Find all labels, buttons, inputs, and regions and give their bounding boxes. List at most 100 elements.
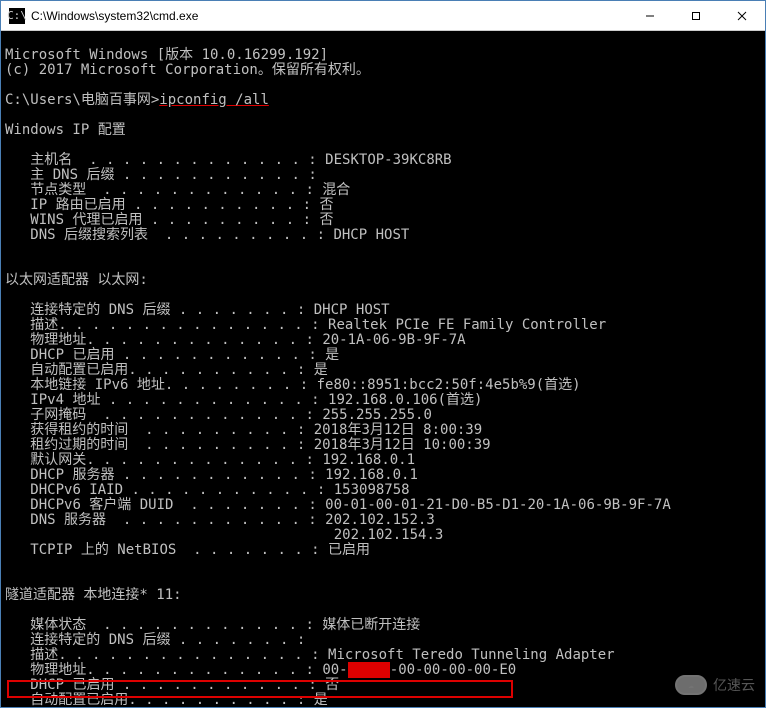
kv-dots: . . . . . . . . . . . . . : (86, 332, 322, 348)
section-ip-config: Windows IP 配置 (5, 122, 126, 138)
kv-row: IPv4 地址 . . . . . . . . . . . . : 192.16… (5, 392, 482, 408)
version-line: Microsoft Windows [版本 10.0.16299.192] (5, 47, 328, 63)
kv-row: IP 路由已启用 . . . . . . . . . . : 否 (5, 197, 333, 213)
kv-label: 自动配置已启用 (30, 362, 128, 378)
kv-dots: . . . . . . . . . . . : (106, 512, 325, 528)
kv-row: 子网掩码 . . . . . . . . . . . . : 255.255.2… (5, 407, 432, 423)
blank-line (5, 287, 13, 303)
kv-row: 默认网关. . . . . . . . . . . . . : 192.168.… (5, 452, 415, 468)
ip-config-block: 主机名 . . . . . . . . . . . . . : DESKTOP-… (5, 153, 761, 243)
kv-value: -00-00-00-00-E0 (390, 662, 516, 678)
kv-row: DHCP 已启用 . . . . . . . . . . . : 是 (5, 347, 339, 363)
kv-value: 255.255.255.0 (322, 407, 432, 423)
kv-value: 192.168.0.106(首选) (328, 392, 482, 408)
kv-label: WINS 代理已启用 (30, 212, 142, 228)
kv-row: 获得租约的时间 . . . . . . . . . : 2018年3月12日 8… (5, 422, 482, 438)
kv-value: DESKTOP-39KC8RB (325, 152, 451, 168)
kv-dots: . . . . . . . : (170, 632, 313, 648)
kv-dots: . . . . . . . . . : (148, 227, 333, 243)
kv-row: 202.102.154.3 (5, 527, 443, 543)
kv-dots: . . . . . . . . . . . : (114, 677, 325, 693)
kv-value: DHCP HOST (314, 302, 390, 318)
kv-row: 描述. . . . . . . . . . . . . . . : Realte… (5, 317, 606, 333)
kv-label: 租约过期的时间 (30, 437, 128, 453)
kv-dots: . . . . . . . . . . . : (114, 347, 325, 363)
kv-value: 媒体已断开连接 (322, 617, 420, 633)
kv-label: 描述 (30, 317, 58, 333)
kv-dots: . . . . . . . . . . . . . : (72, 152, 325, 168)
kv-label: DHCPv6 客户端 DUID (30, 497, 173, 513)
kv-row: 主 DNS 后缀 . . . . . . . . . . . : (5, 167, 325, 183)
kv-dots: . . . . . . . . . . . . . . . : (58, 647, 328, 663)
kv-row: 连接特定的 DNS 后缀 . . . . . . . : DHCP HOST (5, 302, 390, 318)
kv-row: TCPIP 上的 NetBIOS . . . . . . . : 已启用 (5, 542, 370, 558)
kv-dots: . . . . . . . : (170, 302, 313, 318)
ethernet-block: 连接特定的 DNS 后缀 . . . . . . . : DHCP HOST 描… (5, 303, 761, 558)
cmd-icon: C:\ (9, 8, 25, 24)
kv-row: DHCPv6 客户端 DUID . . . . . . . : 00-01-00… (5, 497, 671, 513)
kv-row: 物理地址. . . . . . . . . . . . . : 20-1A-06… (5, 332, 466, 348)
kv-value: 否 (319, 197, 333, 213)
blank-line (5, 602, 13, 618)
kv-label: 本地链接 IPv6 地址 (30, 377, 165, 393)
kv-label: DNS 服务器 (30, 512, 106, 528)
kv-label: IPv4 地址 (30, 392, 100, 408)
kv-dots: . . . . . . . . . . . . : (100, 392, 328, 408)
close-button[interactable] (719, 1, 765, 30)
kv-label: 子网掩码 (30, 407, 86, 423)
kv-row: 主机名 . . . . . . . . . . . . . : DESKTOP-… (5, 152, 452, 168)
kv-value: 00-01-00-01-21-D0-B5-D1-20-1A-06-9B-9F-7… (325, 497, 671, 513)
kv-row: DNS 服务器 . . . . . . . . . . . : 202.102.… (5, 512, 435, 528)
kv-value: 否 (319, 212, 333, 228)
kv-value: 混合 (322, 182, 350, 198)
kv-row: DHCPv6 IAID . . . . . . . . . . . : 1530… (5, 482, 410, 498)
kv-dots: . . . . . . . . . : (128, 422, 313, 438)
prompt-path: C:\Users\电脑百事网> (5, 92, 159, 108)
kv-dots: . . . . . . . . . : (142, 212, 319, 228)
kv-value: 202.102.154.3 (334, 527, 444, 543)
kv-value: 是 (314, 362, 328, 378)
minimize-icon (645, 11, 655, 21)
kv-dots: . . . . . . . . . . . : (114, 167, 325, 183)
section-ethernet: 以太网适配器 以太网: (5, 272, 148, 288)
kv-label: 描述 (30, 647, 58, 663)
section-tunnel: 隧道适配器 本地连接* 11: (5, 587, 182, 603)
kv-row: DHCP 服务器 . . . . . . . . . . . : 192.168… (5, 467, 418, 483)
kv-label: 主机名 (30, 152, 72, 168)
kv-dots: . . . . . . . . . . . : (123, 482, 334, 498)
minimize-button[interactable] (627, 1, 673, 30)
titlebar[interactable]: C:\ C:\Windows\system32\cmd.exe (1, 1, 765, 31)
copyright-line: (c) 2017 Microsoft Corporation。保留所有权利。 (5, 62, 370, 78)
kv-label: 获得租约的时间 (30, 422, 128, 438)
terminal-output[interactable]: Microsoft Windows [版本 10.0.16299.192] (c… (1, 31, 765, 707)
maximize-button[interactable] (673, 1, 719, 30)
kv-row: 连接特定的 DNS 后缀 . . . . . . . : (5, 632, 314, 648)
kv-value: 202.102.152.3 (325, 512, 435, 528)
kv-dots: . . . . . . . . . . : (126, 197, 320, 213)
kv-dots: . . . . . . . . . . : (128, 692, 313, 707)
blank-line (5, 137, 13, 153)
kv-dots (30, 527, 333, 543)
kv-row: 本地链接 IPv6 地址. . . . . . . . : fe80::8951… (5, 377, 581, 393)
kv-dots: . . . . . . . . . . . . : (86, 407, 322, 423)
kv-label: 物理地址 (30, 662, 86, 678)
kv-label: DHCPv6 IAID (30, 482, 123, 498)
kv-value: Realtek PCIe FE Family Controller (328, 317, 606, 333)
kv-value: 192.168.0.1 (322, 452, 415, 468)
kv-label: DHCP 已启用 (30, 677, 114, 693)
kv-value: 否 (325, 677, 339, 693)
kv-row: 物理地址. . . . . . . . . . . . . : 00-00-00… (5, 662, 516, 678)
kv-value: 153098758 (334, 482, 410, 498)
kv-dots: . . . . . . . . . : (128, 437, 313, 453)
kv-dots: . . . . . . . . : (165, 377, 317, 393)
kv-label: 连接特定的 DNS 后缀 (30, 302, 170, 318)
kv-label: DHCP 已启用 (30, 347, 114, 363)
blank-line (5, 572, 13, 588)
kv-label: DNS 后缀搜索列表 (30, 227, 148, 243)
kv-row: DHCP 已启用 . . . . . . . . . . . : 否 (5, 677, 339, 693)
kv-label: DHCP 服务器 (30, 467, 114, 483)
kv-row: 节点类型 . . . . . . . . . . . . : 混合 (5, 182, 350, 198)
window-title: C:\Windows\system32\cmd.exe (31, 9, 627, 23)
kv-value: 是 (314, 692, 328, 707)
kv-row: WINS 代理已启用 . . . . . . . . . : 否 (5, 212, 333, 228)
